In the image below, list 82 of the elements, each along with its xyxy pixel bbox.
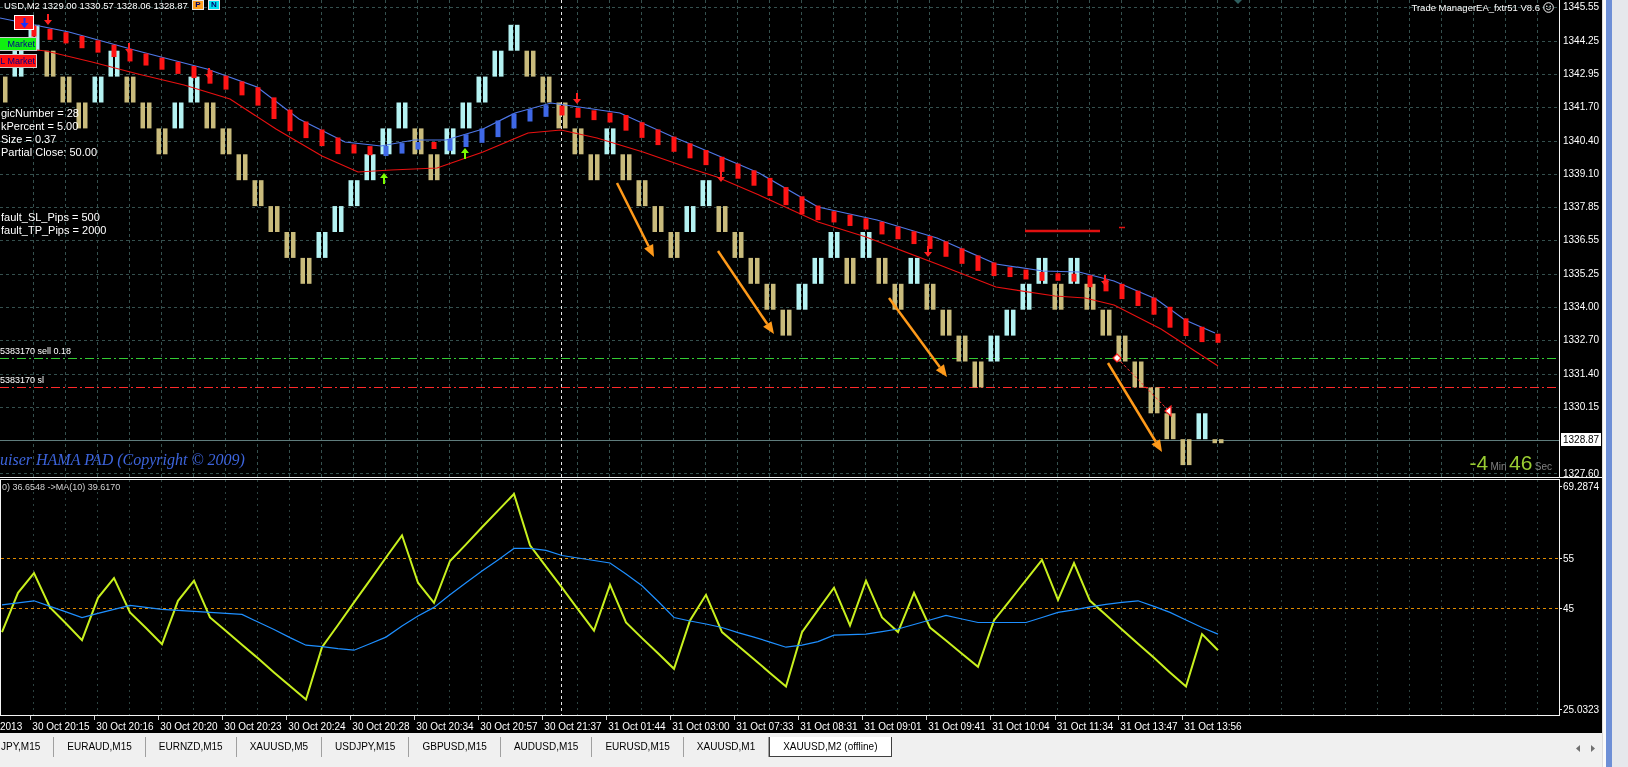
sell-arrow-button[interactable] [14, 15, 34, 30]
price-label: 1340.40 [1563, 133, 1600, 147]
setting-text: fault_TP_Pips = 2000 [1, 224, 107, 237]
time-axis-label: 31 Oct 10:04 [992, 720, 1050, 732]
price-label: 1345.55 [1563, 0, 1600, 14]
time-axis-label: 30 Oct 20:23 [224, 720, 282, 732]
time-axis-label: 31 Oct 11:34 [1056, 720, 1114, 732]
symbol-tab[interactable]: JPY,M15 [0, 737, 55, 757]
down-arrow-icon [19, 17, 29, 28]
symbol-tab[interactable]: GBPUSD,M15 [409, 737, 501, 757]
price-label: 1336.55 [1563, 233, 1600, 247]
axis-label: 25.0323 [1563, 703, 1600, 715]
time-axis-label: 31 Oct 08:31 [800, 720, 858, 732]
indicator-header-text: 0) 36.6548 ->MA(10) 39.6170 [2, 482, 121, 493]
price-label: 1330.15 [1563, 399, 1600, 413]
setting-text: Size = 0.37 [1, 133, 58, 146]
time-axis-label: 31 Oct 07:33 [736, 720, 794, 732]
down-arrow-marker [1101, 275, 1109, 286]
symbol-tab[interactable]: XAUUSD,M5 [236, 737, 323, 757]
down-arrow-marker [205, 68, 213, 79]
symbol-tab[interactable]: EURNZD,M15 [145, 737, 237, 757]
setting-text: kPercent = 5.00 [1, 120, 80, 133]
time-axis-label: 31 Oct 09:01 [864, 720, 922, 732]
scroll-right-icon[interactable] [1591, 745, 1595, 752]
setting-text: fault_SL_Pips = 500 [1, 211, 101, 224]
sell-market-button[interactable]: L Market [0, 54, 37, 68]
price-label: 1344.25 [1563, 33, 1600, 47]
symbol-tab[interactable]: EURUSD,M15 [592, 737, 684, 757]
axis-label: 55 [1563, 552, 1575, 564]
order-label: 5383170 sl [0, 374, 45, 386]
price-label: 1339.10 [1563, 166, 1600, 180]
indicator-caption: uiser HAMA PAD (Copyright © 2009) [0, 450, 245, 469]
buy-market-button[interactable]: Market [0, 37, 37, 51]
symbol-tab[interactable]: XAUUSD,M2 (offline) [769, 737, 892, 757]
time-axis-label: 30 Oct 20:28 [352, 720, 410, 732]
time-axis-label: 31 Oct 13:56 [1184, 720, 1242, 732]
symbol-tab[interactable]: AUDUSD,M15 [500, 737, 593, 757]
expert-name-text: Trade ManagerEA_fxtr51 V8.6 [1411, 2, 1540, 13]
price-label: 1331.40 [1563, 366, 1600, 380]
time-axis-label: 31 Oct 01:44 [608, 720, 666, 732]
price-label: 1332.70 [1563, 333, 1600, 347]
price-label: 1341.70 [1563, 100, 1600, 114]
price-label: 1335.25 [1563, 266, 1600, 280]
triangle-icon [1234, 0, 1242, 4]
down-arrow-marker [717, 171, 725, 182]
time-axis-label: 31 Oct 09:41 [928, 720, 986, 732]
time-axis-label: 30 Oct 20:20 [160, 720, 218, 732]
price-label: 1327.60 [1563, 466, 1600, 480]
toggle-button[interactable]: N [207, 0, 220, 10]
time-axis-label: 31 Oct 13:47 [1120, 720, 1178, 732]
current-price-label: 1328.87 [1561, 433, 1602, 447]
time-axis-label: 30 Oct 20:24 [288, 720, 346, 732]
symbol-quote-text: USD,M2 1329.00 1330.57 1328.06 1328.87 [4, 0, 188, 11]
time-axis-label: 30 Oct 20:15 [32, 720, 90, 732]
up-arrow-marker [461, 148, 469, 159]
smiley-icon [1543, 2, 1554, 13]
time-axis-label: 30 Oct 20:16 [96, 720, 154, 732]
setting-text: Partial Close: 50.00 [1, 146, 98, 159]
down-arrow-marker [924, 246, 932, 257]
down-arrow-marker [573, 93, 581, 104]
axis-label: 69.2874 [1563, 480, 1600, 492]
countdown-timer: -4 Min 46 Sec [1469, 452, 1553, 476]
time-axis-label: 30 Oct 21:37 [544, 720, 602, 732]
scroll-left-icon[interactable] [1576, 745, 1580, 752]
down-arrow-marker [44, 14, 52, 25]
price-label: 1334.00 [1563, 300, 1600, 313]
price-label: 1337.85 [1563, 200, 1600, 214]
level-tick-mark [1118, 226, 1126, 229]
symbol-tab[interactable]: EURAUD,M15 [54, 737, 146, 757]
toggle-button[interactable]: P [191, 0, 204, 10]
time-axis-label: 2013 [0, 720, 23, 732]
time-axis-label: 31 Oct 03:00 [672, 720, 730, 732]
down-arrow-marker [125, 43, 133, 54]
up-arrow-marker [380, 173, 388, 184]
triangle-marker-icon [1164, 404, 1172, 418]
diamond-marker-icon [1112, 353, 1122, 363]
time-axis-label: 30 Oct 20:34 [416, 720, 474, 732]
price-label: 1342.95 [1563, 66, 1600, 80]
time-axis-label: 30 Oct 20:57 [480, 720, 538, 732]
symbol-tab[interactable]: USDJPY,M15 [322, 737, 410, 757]
order-label: 5383170 sell 0.18 [0, 345, 72, 357]
axis-label: 45 [1563, 603, 1575, 614]
